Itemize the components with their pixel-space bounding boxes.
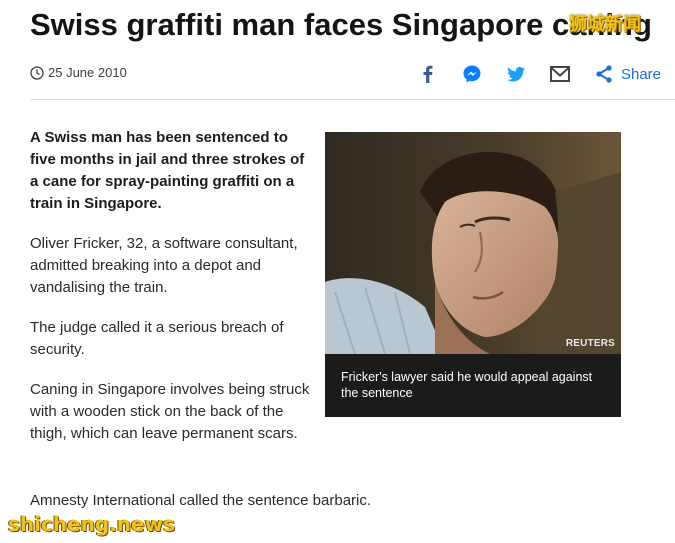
share-icon [596,65,612,83]
photo-man-portrait [325,132,621,354]
twitter-share-button[interactable] [505,63,527,85]
clock-icon [30,65,44,80]
messenger-icon [463,65,481,83]
twitter-icon [507,66,525,82]
photo-caption: Fricker's lawyer said he would appeal ag… [341,370,593,400]
article-paragraph: Oliver Fricker, 32, a software consultan… [30,235,298,296]
divider [30,99,675,100]
article-meta-bar: 25 June 2010 Share [30,58,675,98]
photo-credit: REUTERS [565,338,615,349]
article-body: A Swiss man has been sentenced to five m… [30,127,315,463]
watermark-top: 狮城新闻 [569,14,641,35]
article-date: 25 June 2010 [30,65,127,80]
share-label: Share [620,65,661,83]
date-text: 25 June 2010 [48,65,127,80]
article-figure: REUTERS Fricker's lawyer said he would a… [325,132,621,417]
article-lead: A Swiss man has been sentenced to five m… [30,129,305,212]
article-paragraph: Caning in Singapore involves being struc… [30,381,310,442]
email-share-button[interactable] [549,63,571,85]
facebook-icon [423,65,433,83]
messenger-share-button[interactable] [461,63,483,85]
watermark-bottom: shicheng.news [8,512,175,536]
article-paragraph: The judge called it a serious breach of … [30,319,284,358]
facebook-share-button[interactable] [417,63,439,85]
share-toolbar: Share [417,61,661,87]
share-button[interactable]: Share [593,63,661,85]
article-paragraph-last: Amnesty International called the sentenc… [30,492,372,509]
email-icon [549,66,570,82]
